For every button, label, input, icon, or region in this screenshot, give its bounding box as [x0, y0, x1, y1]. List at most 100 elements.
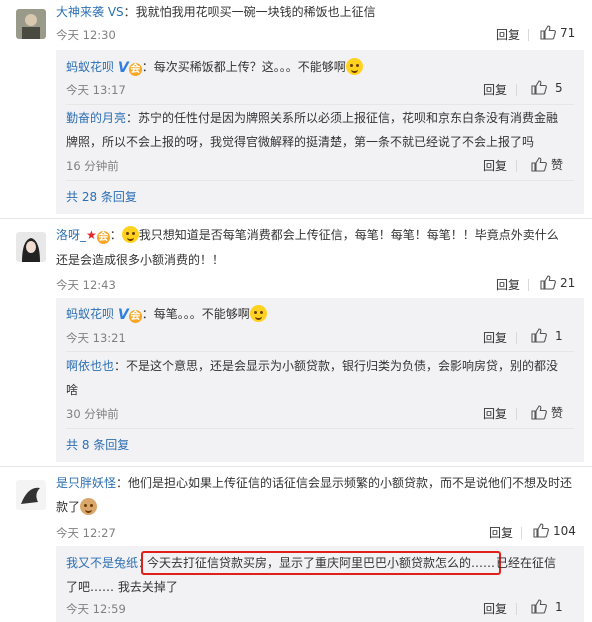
reply-body-line-2: 啥: [66, 383, 79, 397]
comment-author[interactable]: 洛呀_: [56, 228, 86, 242]
reply-button[interactable]: 回复: [483, 405, 507, 422]
reply-time: 今天 12:59: [66, 602, 126, 616]
reply-body: 每笔。。。不能够啊: [153, 307, 250, 321]
like-button[interactable]: 5: [531, 80, 563, 95]
reply-body: 每次买稀饭都上传？这。。。不能够啊: [153, 60, 346, 74]
separator: [528, 279, 529, 291]
reply-button[interactable]: 回复: [483, 600, 507, 617]
reply-button[interactable]: 回复: [496, 276, 520, 293]
reply-time: 30 分钟前: [66, 407, 119, 421]
colon: ：: [109, 228, 122, 242]
thumb-up-icon: [531, 328, 547, 343]
laugh-emoji-icon: [345, 58, 363, 75]
comment-body-line-2: 还是会造成很多小额消费的！！: [56, 253, 225, 267]
avatar[interactable]: [16, 232, 46, 262]
divider: [66, 351, 574, 352]
thumb-up-icon: [531, 405, 547, 420]
like-count: 21: [560, 275, 576, 290]
comment-text: 洛呀_★ 会： 我只想知道是否每笔消费都会上传征信，每笔！每笔！每笔！！毕竟点外卖什…: [56, 226, 559, 244]
like-button[interactable]: 21: [540, 275, 575, 290]
reply-button[interactable]: 回复: [483, 157, 507, 174]
divider: [66, 180, 574, 181]
laugh-emoji-icon: [249, 305, 267, 322]
comment-body: 我就怕我用花呗买一碗一块钱的稀饭也上征信: [135, 5, 376, 19]
comment-author[interactable]: 大神来袭 VS: [56, 5, 124, 19]
comment-body-line-2: 款了: [56, 498, 98, 516]
comment-text: 大神来袭 VS：我就怕我用花呗买一碗一块钱的稀饭也上征信: [56, 3, 376, 21]
comment-author[interactable]: 是只胖妖怪: [56, 476, 116, 490]
comment-divider: [0, 218, 592, 219]
colon: ：: [141, 60, 154, 74]
like-button[interactable]: 赞: [531, 156, 563, 173]
comment-text: 是只胖妖怪：他们是担心如果上传征信的话征信会显示频繁的小额贷款，而不是说他们不想…: [56, 474, 572, 492]
like-label: 赞: [551, 406, 564, 420]
divider: [66, 104, 574, 105]
reply-body: 苏宁的任性付是因为牌照关系所以必须上报征信，花呗和京东白条没有消费金融: [138, 111, 559, 125]
colon: ：: [141, 307, 154, 321]
thumb-up-icon: [540, 275, 556, 290]
like-count: 71: [560, 25, 576, 40]
comment-body-text: 款了: [56, 500, 81, 514]
reply-time: 16 分钟前: [66, 159, 119, 173]
avatar[interactable]: [16, 9, 46, 39]
v-verified-badge: V: [117, 60, 129, 76]
more-replies-link[interactable]: 共 8 条回复: [66, 436, 129, 454]
divider: [66, 428, 574, 429]
separator: [516, 408, 517, 420]
like-button[interactable]: 104: [533, 523, 576, 538]
colon: ：: [114, 359, 127, 373]
like-button[interactable]: 赞: [531, 404, 563, 421]
like-button[interactable]: 1: [531, 599, 563, 614]
separator: [516, 84, 517, 96]
thumb-up-icon: [531, 599, 547, 614]
separator: [528, 29, 529, 41]
separator: [516, 603, 517, 615]
reply-text: 啊依也也：不是这个意思，还是会显示为小额贷款，银行归类为负债，会影响房贷，别的都…: [66, 357, 558, 375]
thumb-up-icon: [531, 80, 547, 95]
reply-author[interactable]: 蚂蚁花呗: [66, 60, 114, 74]
reply-text: 我又不是兔纸：: [66, 554, 150, 572]
vip-badge: 会: [128, 310, 142, 323]
reply-body: 不是这个意思，还是会显示为小额贷款，银行归类为负债，会影响房贷，别的都没: [126, 359, 559, 373]
reply-button[interactable]: 回复: [496, 26, 520, 43]
separator: [516, 332, 517, 344]
reply-author[interactable]: 我又不是兔纸: [66, 556, 138, 570]
reply-button[interactable]: 回复: [489, 524, 513, 541]
highlighted-text: 今天去打征信贷款买房，显示了重庆阿里巴巴小额贷款怎么的……: [141, 551, 502, 575]
vip-badge: 会: [96, 231, 110, 244]
dog-emoji-icon: [80, 498, 98, 515]
colon: ：: [116, 476, 129, 490]
comment-time: 今天 12:30: [56, 28, 116, 42]
colon: ：: [123, 5, 136, 19]
separator: [516, 160, 517, 172]
reply-body: 已经在征信: [496, 556, 557, 570]
reply-button[interactable]: 回复: [483, 329, 507, 346]
thumb-up-icon: [533, 523, 549, 538]
reply-button[interactable]: 回复: [483, 81, 507, 98]
thumb-up-icon: [531, 157, 547, 172]
like-button[interactable]: 71: [540, 25, 575, 40]
v-verified-badge: V: [117, 307, 129, 323]
thumb-up-icon: [540, 25, 556, 40]
like-count: 104: [553, 523, 576, 538]
reply-author[interactable]: 啊依也也: [66, 359, 114, 373]
like-label: 赞: [551, 158, 564, 172]
reply-time: 今天 13:21: [66, 331, 126, 345]
thinking-emoji-icon: [121, 226, 139, 243]
like-count: 1: [555, 328, 563, 343]
reply-body-line-2: 了吧…… 我去关掉了: [66, 580, 178, 594]
like-button[interactable]: 1: [531, 328, 563, 343]
colon: ：: [126, 111, 139, 125]
comment-time: 今天 12:43: [56, 278, 116, 292]
reply-author[interactable]: 蚂蚁花呗: [66, 307, 114, 321]
comment-body: 他们是担心如果上传征信的话征信会显示频繁的小额贷款，而不是说他们不想及时还: [128, 476, 573, 490]
reply-text: 勤奋的月亮：苏宁的任性付是因为牌照关系所以必须上报征信，花呗和京东白条没有消费金…: [66, 109, 558, 127]
comment-divider: [0, 466, 592, 467]
more-replies-link[interactable]: 共 28 条回复: [66, 188, 137, 206]
like-count: 1: [555, 599, 563, 614]
reply-author[interactable]: 勤奋的月亮: [66, 111, 126, 125]
star-badge-icon: ★: [86, 228, 97, 242]
reply-time: 今天 13:17: [66, 83, 126, 97]
vip-badge: 会: [128, 63, 142, 76]
avatar[interactable]: [16, 480, 46, 510]
